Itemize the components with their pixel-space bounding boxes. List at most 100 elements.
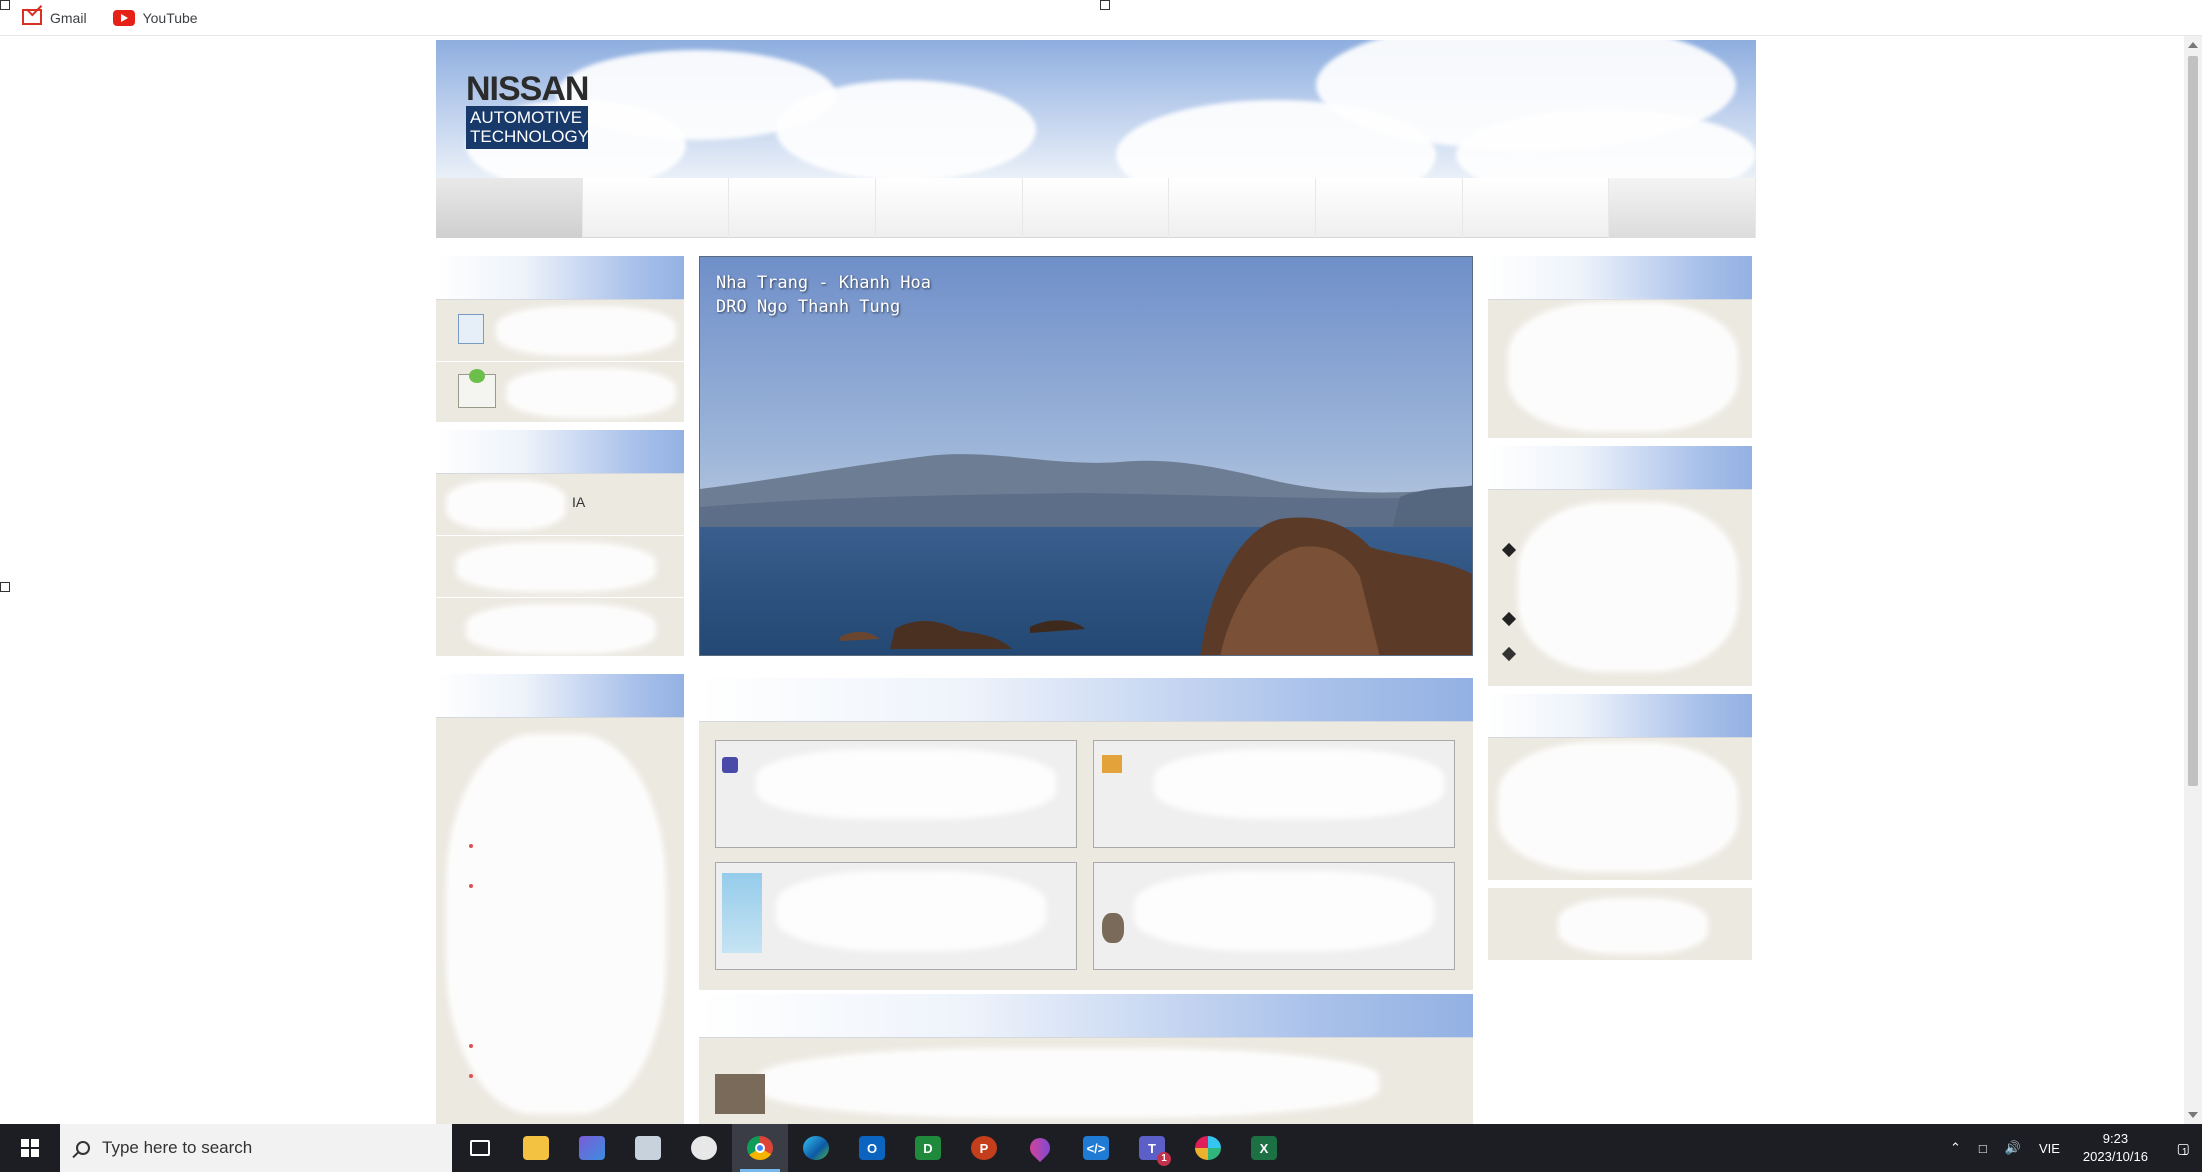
clock[interactable]: 9:23 2023/10/16 xyxy=(2069,1130,2162,1166)
center-news-panel xyxy=(699,678,1473,990)
menu-row-3[interactable] xyxy=(436,598,684,656)
photo-caption-line1: Nha Trang - Khanh Hoa xyxy=(716,273,931,293)
nav-item-2[interactable] xyxy=(583,178,730,238)
panel-header xyxy=(1488,256,1752,300)
scroll-thumb[interactable] xyxy=(2188,56,2198,786)
nav-item-7[interactable] xyxy=(1316,178,1463,238)
left-panel-menu: IA xyxy=(436,430,684,656)
outlook-icon: O xyxy=(859,1136,885,1160)
powerpoint-button[interactable]: P xyxy=(956,1124,1012,1172)
logo-name: NISSAN xyxy=(466,70,589,108)
logo-subtitle: AUTOMOTIVE TECHNOLOGY xyxy=(466,106,590,149)
nav-item-1[interactable] xyxy=(436,178,583,238)
search-icon xyxy=(76,1141,90,1155)
link-row-document[interactable] xyxy=(436,300,684,362)
network-icon[interactable]: □ xyxy=(1970,1141,1996,1156)
search-placeholder: Type here to search xyxy=(102,1138,253,1157)
menu-row-2[interactable] xyxy=(436,536,684,598)
link-row-mail[interactable] xyxy=(436,362,684,422)
site-logo[interactable]: NISSAN AUTOMOTIVE TECHNOLOGY xyxy=(466,70,590,149)
slideshow-photo[interactable]: Nha Trang - Khanh Hoa DRO Ngo Thanh Tung xyxy=(699,256,1473,656)
news-card-3[interactable] xyxy=(715,862,1077,970)
edge-icon xyxy=(803,1136,829,1160)
bullet-icon xyxy=(469,1044,473,1048)
dynamics-button[interactable]: D xyxy=(900,1124,956,1172)
excel-button[interactable]: X xyxy=(1236,1124,1292,1172)
menu-row-1[interactable]: IA xyxy=(436,474,684,536)
paint-icon xyxy=(691,1136,717,1160)
right-panel-3 xyxy=(1488,694,1752,880)
nav-item-end[interactable] xyxy=(1609,178,1757,238)
slack-button[interactable] xyxy=(1180,1124,1236,1172)
volume-icon[interactable]: 🔊 xyxy=(1996,1140,2030,1156)
right-panel-1 xyxy=(1488,256,1752,438)
file-explorer-button[interactable] xyxy=(508,1124,564,1172)
resize-handle-top-left[interactable] xyxy=(0,0,10,10)
windows-icon xyxy=(21,1139,39,1157)
panel-header xyxy=(436,674,684,718)
folder-icon xyxy=(523,1136,549,1160)
news-card-1[interactable] xyxy=(715,740,1077,848)
panel-header xyxy=(1488,694,1752,738)
teams-button[interactable]: T 1 xyxy=(1124,1124,1180,1172)
task-view-button[interactable] xyxy=(452,1124,508,1172)
photos-button[interactable] xyxy=(620,1124,676,1172)
nav-item-4[interactable] xyxy=(876,178,1023,238)
nav-item-3[interactable] xyxy=(729,178,877,238)
left-panel-links xyxy=(436,256,684,422)
excel-icon: X xyxy=(1251,1136,1277,1160)
bookmark-gmail[interactable]: Gmail xyxy=(22,9,87,26)
vscode-icon: </> xyxy=(1083,1136,1109,1160)
vscode-button[interactable]: </> xyxy=(1068,1124,1124,1172)
start-button[interactable] xyxy=(0,1124,60,1172)
nav-item-5[interactable] xyxy=(1023,178,1170,238)
scroll-down-arrow-icon[interactable] xyxy=(2188,1112,2198,1118)
left-panel-list xyxy=(436,674,684,1124)
powerpoint-icon: P xyxy=(971,1136,997,1160)
photo-caption: Nha Trang - Khanh Hoa DRO Ngo Thanh Tung xyxy=(716,271,931,319)
nav-item-8[interactable] xyxy=(1463,178,1610,238)
task-view-icon xyxy=(470,1140,490,1156)
panel-header xyxy=(1488,446,1752,490)
news-icon xyxy=(722,873,762,953)
gmail-icon xyxy=(22,9,42,25)
news-card-2[interactable] xyxy=(1093,740,1455,848)
article-thumbnail[interactable] xyxy=(715,1074,765,1114)
clock-date: 2023/10/16 xyxy=(2082,1149,2148,1164)
diamond-bullet-icon xyxy=(1501,611,1517,627)
document-icon xyxy=(458,314,484,344)
nav-item-6[interactable] xyxy=(1169,178,1317,238)
video-icon xyxy=(579,1136,605,1160)
logo-subtitle-line2: TECHNOLOGY xyxy=(470,127,590,146)
notification-button[interactable]: ▢ 1 xyxy=(2162,1124,2202,1172)
resize-handle-top[interactable] xyxy=(1100,0,1110,10)
edge-button[interactable] xyxy=(788,1124,844,1172)
bookmark-youtube[interactable]: YouTube xyxy=(112,9,198,26)
panel-header xyxy=(699,678,1473,722)
bullet-icon xyxy=(469,844,473,848)
news-icon xyxy=(1102,755,1122,773)
page-scrollbar[interactable] xyxy=(2184,36,2202,1124)
site-header: NISSAN AUTOMOTIVE TECHNOLOGY xyxy=(436,40,1756,178)
paint-button[interactable] xyxy=(676,1124,732,1172)
scroll-up-arrow-icon[interactable] xyxy=(2188,42,2198,48)
news-card-4[interactable] xyxy=(1093,862,1455,970)
taskbar-search[interactable]: Type here to search xyxy=(60,1124,452,1172)
maps-icon xyxy=(1025,1133,1055,1163)
maps-button[interactable] xyxy=(1012,1124,1068,1172)
language-indicator[interactable]: VIE xyxy=(2030,1141,2069,1156)
slack-icon xyxy=(1195,1136,1221,1160)
outlook-button[interactable]: O xyxy=(844,1124,900,1172)
dynamics-icon: D xyxy=(915,1136,941,1160)
chrome-button[interactable] xyxy=(732,1124,788,1172)
center-panel-bottom xyxy=(699,994,1473,1124)
chevron-up-icon[interactable]: ⌃ xyxy=(1941,1140,1970,1156)
notification-count: 1 xyxy=(2181,1146,2188,1158)
photos-icon xyxy=(635,1136,661,1160)
news-icon xyxy=(722,757,738,773)
resize-handle-left[interactable] xyxy=(0,582,10,592)
video-app-button[interactable] xyxy=(564,1124,620,1172)
clock-time: 9:23 xyxy=(2102,1131,2129,1146)
panel-header xyxy=(436,430,684,474)
panel-header xyxy=(699,994,1473,1038)
